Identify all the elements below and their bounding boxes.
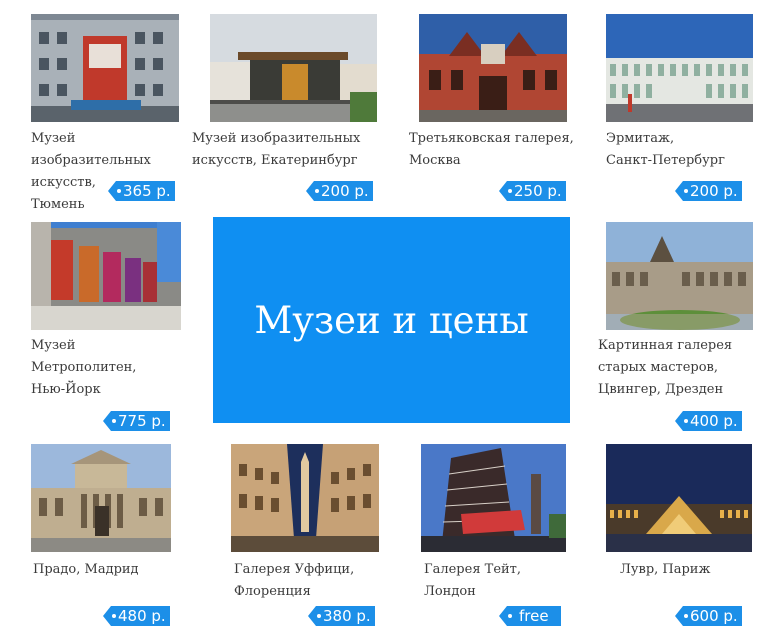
price-badge-louvre: 600 р. [675,606,742,626]
museum-photo-tyumen [31,14,179,122]
museum-caption-hermitage: Эрмитаж, Санкт-Петербург [606,131,725,168]
price-badge-tyumen: 365 р. [108,181,175,201]
museum-caption-metropolitan: Музей Метрополитен, Нью-Йорк [31,338,137,397]
museum-photo-tate [421,444,566,552]
museum-photo-yekaterinburg [210,14,377,122]
museum-caption-zwinger: Картинная галерея старых мастеров, Цвинг… [598,338,733,397]
museum-caption-tyumen: Музей изобразительных искусств, Тюмень [31,131,151,212]
museum-photo-louvre [606,444,752,552]
price-badge-yekaterinburg: 200 р. [306,181,373,201]
museum-photo-prado [31,444,171,552]
price-badge-uffizi: 380 р. [308,606,375,626]
museum-photo-hermitage [606,14,753,122]
page-title: Музеи и цены [254,298,529,342]
museum-photo-uffizi [231,444,379,552]
price-badge-hermitage: 200 р. [675,181,742,201]
price-badge-tretyakov: 250 р. [499,181,566,201]
museum-caption-yekaterinburg: Музей изобразительных искусств, Екатерин… [192,131,361,168]
price-badge-metropolitan: 775 р. [103,411,170,431]
museum-photo-zwinger [606,222,753,330]
museum-caption-prado: Прадо, Мадрид [33,562,139,577]
museum-caption-uffizi: Галерея Уффици, Флоренция [234,562,355,599]
price-badge-prado: 480 р. [103,606,170,626]
museum-caption-tretyakov: Третьяковская галерея, Москва [409,131,574,168]
museum-photo-metropolitan [31,222,181,330]
price-badge-tate: free [499,606,561,626]
museum-photo-tretyakov [419,14,567,122]
museum-caption-tate: Галерея Тейт, Лондон [424,562,522,599]
price-badge-zwinger: 400 р. [675,411,742,431]
museum-caption-louvre: Лувр, Париж [620,562,711,577]
title-panel: Музеи и цены [213,217,570,423]
